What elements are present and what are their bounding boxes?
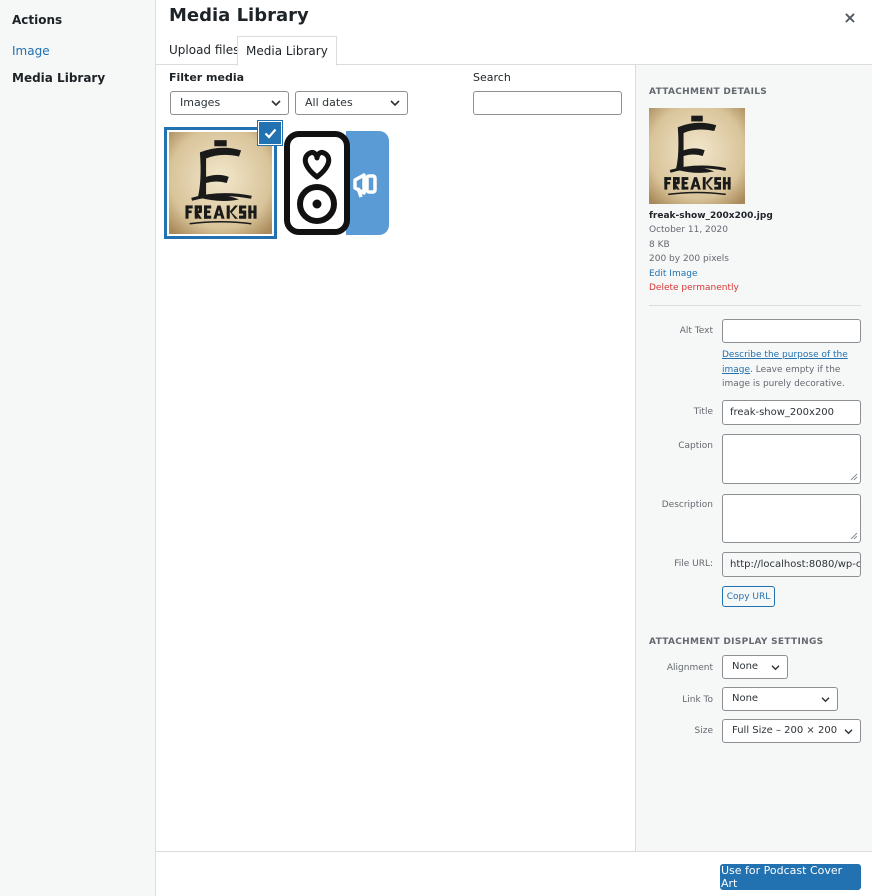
sidebar-item-image[interactable]: Image [12,44,50,58]
divider [649,305,861,306]
link-to-label: Link To [682,695,713,705]
size-select[interactable]: Full Size – 200 × 200 [722,719,861,743]
attachment-date: October 11, 2020 [649,225,728,235]
search-label: Search [473,71,511,84]
delete-permanently-link[interactable]: Delete permanently [649,283,739,293]
edit-image-link[interactable]: Edit Image [649,269,697,279]
title-label: Title [693,407,713,417]
alignment-label: Alignment [666,663,713,673]
resize-handle-icon[interactable] [850,532,858,540]
file-url-input[interactable]: http://localhost:8080/wp-c [722,552,861,577]
link-to-value: None [732,693,759,704]
caption-textarea[interactable] [722,434,861,484]
link-to-select[interactable]: None [722,687,838,711]
speaker-megaphone-logo-icon [284,131,389,235]
close-button[interactable]: × [840,7,860,27]
selected-check-button[interactable] [259,122,281,144]
close-icon: × [843,7,857,27]
chevron-down-icon [771,665,780,671]
alt-text-input[interactable] [722,319,861,343]
chevron-down-icon [821,697,830,703]
resize-handle-icon[interactable] [850,473,858,481]
media-type-select[interactable]: Images [170,91,289,115]
title-value: freak-show_200x200 [730,407,835,418]
size-label: Size [694,726,713,736]
alignment-value: None [732,661,759,672]
chevron-down-icon [271,100,281,107]
display-settings-heading: ATTACHMENT DISPLAY SETTINGS [649,637,824,647]
sidebar-item-media-library[interactable]: Media Library [12,71,105,85]
title-input[interactable]: freak-show_200x200 [722,400,861,425]
date-filter-select[interactable]: All dates [295,91,408,115]
alt-text-help: Describe the purpose of the image. Leave… [722,348,862,392]
attachment-dimensions: 200 by 200 pixels [649,254,729,264]
filter-media-label: Filter media [169,71,245,84]
file-url-value: http://localhost:8080/wp-c [730,559,861,570]
copy-url-button[interactable]: Copy URL [722,586,775,607]
freak-show-logo-icon [169,132,272,234]
page-title: Media Library [169,5,309,26]
attachment-filename: freak-show_200x200.jpg [649,211,773,221]
tab-media-library[interactable]: Media Library [237,36,337,66]
description-label: Description [661,500,713,510]
chevron-down-icon [844,729,853,735]
description-textarea[interactable] [722,494,861,543]
chevron-down-icon [390,100,400,107]
checkmark-icon [264,128,276,139]
date-filter-value: All dates [305,96,353,109]
attachment-details-heading: ATTACHMENT DETAILS [649,87,768,97]
caption-label: Caption [678,441,713,451]
alignment-select[interactable]: None [722,655,788,679]
sidebar-heading: Actions [12,13,63,27]
tab-upload-files[interactable]: Upload files [161,36,247,65]
attachment-speaker-logo[interactable] [284,131,389,235]
media-type-value: Images [180,96,221,109]
search-input[interactable] [473,91,622,115]
alt-text-label: Alt Text [679,326,713,336]
use-for-podcast-cover-art-button[interactable]: Use for Podcast Cover Art [720,864,861,890]
tab-bar: Upload files Media Library [156,36,872,66]
file-url-label: File URL: [674,559,713,569]
attachment-file-size: 8 KB [649,240,670,250]
attachment-preview-icon [649,108,745,204]
size-value: Full Size – 200 × 200 [732,725,838,736]
sidebar [0,0,156,896]
